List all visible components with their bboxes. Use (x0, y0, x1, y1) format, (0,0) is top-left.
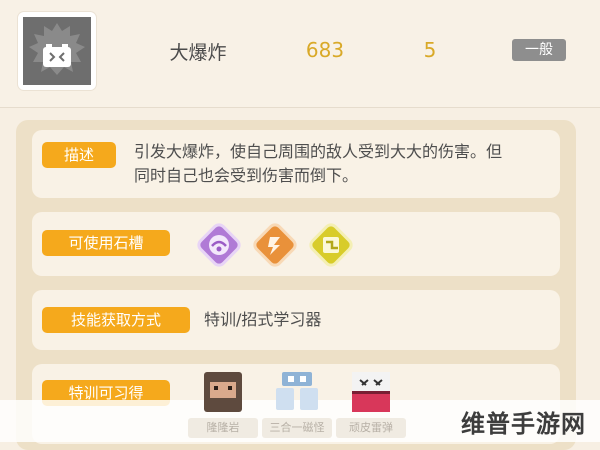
orange-fire-stone-icon[interactable] (250, 220, 300, 270)
move-name: 大爆炸 (169, 42, 227, 64)
magneton-cube-icon (276, 372, 318, 410)
learnable-pokemon-item[interactable]: 顽皮雷弹 (336, 372, 406, 438)
explosion-move-icon (23, 17, 91, 85)
move-icon-frame (18, 12, 96, 90)
stone-slots-label: 可使用石槽 (42, 230, 170, 256)
yellow-bolt-stone-icon[interactable] (306, 220, 356, 270)
description-text-line1: 引发大爆炸，使自己周围的敌人受到大大的伤害。但 (134, 142, 503, 161)
learnable-pokemon-name: 顽皮雷弹 (336, 418, 406, 438)
purple-wave-stone-icon[interactable] (194, 220, 244, 270)
acquisition-text: 特训/招式学习器 (204, 310, 322, 329)
learnable-pokemon-item[interactable]: 隆隆岩 (188, 372, 258, 438)
move-power: 683 (305, 38, 345, 62)
move-header: 大爆炸 683 5 一般 (0, 0, 600, 108)
stone-slots-card: 可使用石槽 (32, 212, 560, 276)
description-text-line2: 同时自己也会受到伤害而倒下。 (134, 166, 359, 185)
description-card: 描述 引发大爆炸，使自己周围的敌人受到大大的伤害。但 同时自己也会受到伤害而倒下… (32, 130, 560, 198)
move-pp: 5 (423, 38, 437, 62)
move-category-badge: 一般 (512, 39, 566, 61)
description-label: 描述 (42, 142, 116, 168)
acquisition-card: 技能获取方式 特训/招式学习器 (32, 290, 560, 350)
learnable-pokemon-name: 隆隆岩 (188, 418, 258, 438)
acquisition-label: 技能获取方式 (42, 307, 190, 333)
header-divider (0, 107, 600, 108)
learnable-pokemon-name: 三合一磁怪 (262, 418, 332, 438)
learnable-pokemon-item[interactable]: 三合一磁怪 (262, 372, 332, 438)
site-watermark: 维普手游网 (461, 410, 586, 438)
golem-cube-icon (204, 372, 242, 412)
electrode-cube-icon (352, 372, 390, 412)
